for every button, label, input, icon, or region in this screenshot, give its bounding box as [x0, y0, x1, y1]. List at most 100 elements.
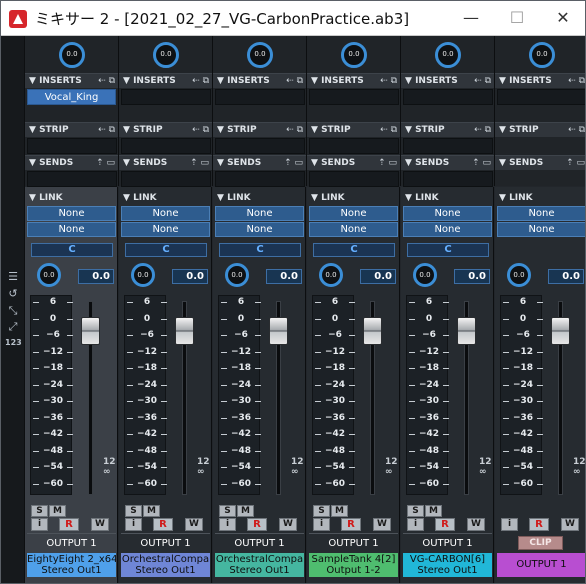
pan-knob[interactable]: 0.0: [225, 263, 249, 287]
link-select-1[interactable]: None: [309, 206, 398, 221]
inserts-slot[interactable]: [121, 89, 211, 105]
solo-button[interactable]: S: [125, 505, 142, 517]
expand-triangle-icon[interactable]: ▼: [123, 125, 133, 135]
fader-handle[interactable]: [363, 317, 382, 345]
pan-knob[interactable]: 0.0: [507, 263, 531, 287]
expand-icon[interactable]: ⤢: [5, 320, 21, 334]
expand-triangle-icon[interactable]: ▼: [405, 125, 415, 135]
inserts-options-icon[interactable]: ⇠ ⧉: [192, 74, 209, 88]
strip-options-icon[interactable]: ⇠ ⧉: [98, 123, 115, 137]
channel-config-button[interactable]: C: [125, 243, 207, 257]
read-button[interactable]: R: [529, 518, 549, 531]
top-knob[interactable]: 0.0: [247, 42, 273, 68]
sends-slot[interactable]: [309, 171, 399, 187]
expand-triangle-icon[interactable]: ▼: [499, 158, 509, 168]
pan-knob[interactable]: 0.0: [131, 263, 155, 287]
mute-button[interactable]: M: [331, 505, 348, 517]
link-select-2[interactable]: None: [403, 222, 492, 237]
sends-options-icon[interactable]: ⇡ ▭: [566, 156, 585, 170]
link-select-2[interactable]: None: [27, 222, 116, 237]
write-button[interactable]: W: [561, 518, 579, 531]
pan-knob[interactable]: 0.0: [37, 263, 61, 287]
fader-handle[interactable]: [81, 317, 100, 345]
channel-strip-4[interactable]: ▼ LINK None None C 0.0 0.0 6 0 −6 −12 −18 −24 −30 −36…: [307, 187, 400, 583]
channel-name-plate[interactable]: EightyEight 2_x64] Stereo Out1: [27, 553, 116, 577]
link-select-2[interactable]: None: [121, 222, 210, 237]
sends-header[interactable]: ▼ SENDS ⇡ ▭: [401, 155, 494, 170]
inserts-slot[interactable]: [215, 89, 305, 105]
info-button[interactable]: i: [313, 518, 330, 531]
write-button[interactable]: W: [91, 518, 109, 531]
strip-options-icon[interactable]: ⇠ ⧉: [568, 123, 585, 137]
pan-value-field[interactable]: 0.0: [172, 269, 208, 284]
sends-options-icon[interactable]: ⇡ ▭: [284, 156, 303, 170]
top-knob[interactable]: 0.0: [435, 42, 461, 68]
expand-triangle-icon[interactable]: ▼: [405, 158, 415, 168]
strip-options-icon[interactable]: ⇠ ⧉: [286, 123, 303, 137]
strip-header[interactable]: ▼ STRIP ⇠ ⧉: [495, 122, 585, 137]
channel-name-plate[interactable]: VG-CARBON[6] Stereo Out1: [403, 553, 492, 577]
insert-slot[interactable]: Vocal_King: [27, 89, 116, 105]
read-button[interactable]: R: [435, 518, 455, 531]
expand-triangle-icon[interactable]: ▼: [217, 125, 227, 135]
inserts-slot[interactable]: [497, 89, 585, 105]
read-button[interactable]: R: [153, 518, 173, 531]
link-header[interactable]: ▼ LINK: [119, 191, 211, 205]
inserts-options-icon[interactable]: ⇠ ⧉: [568, 74, 585, 88]
link-select-2[interactable]: None: [497, 222, 585, 237]
strip-header[interactable]: ▼ STRIP ⇠ ⧉: [213, 122, 306, 137]
pan-value-field[interactable]: 0.0: [454, 269, 490, 284]
inserts-options-icon[interactable]: ⇠ ⧉: [98, 74, 115, 88]
expand-triangle-icon[interactable]: ▼: [499, 193, 509, 203]
strip-header[interactable]: ▼ STRIP ⇠ ⧉: [119, 122, 212, 137]
solo-button[interactable]: S: [219, 505, 236, 517]
strip-options-icon[interactable]: ⇠ ⧉: [380, 123, 397, 137]
expand-triangle-icon[interactable]: ▼: [499, 76, 509, 86]
sends-slot[interactable]: [215, 171, 305, 187]
strip-header[interactable]: ▼ STRIP ⇠ ⧉: [25, 122, 118, 137]
expand-triangle-icon[interactable]: ▼: [405, 193, 415, 203]
info-button[interactable]: i: [125, 518, 142, 531]
inserts-header[interactable]: ▼ INSERTS ⇠ ⧉: [119, 73, 212, 88]
collapse-icon[interactable]: ⤡: [5, 304, 21, 318]
sends-options-icon[interactable]: ⇡ ▭: [190, 156, 209, 170]
link-header[interactable]: ▼ LINK: [401, 191, 493, 205]
maximize-button[interactable]: ☐: [494, 1, 540, 35]
close-button[interactable]: ✕: [540, 1, 585, 35]
output-select[interactable]: OUTPUT 1: [215, 537, 304, 551]
sends-header[interactable]: ▼ SENDS ⇡ ▭: [25, 155, 118, 170]
link-select-1[interactable]: None: [497, 206, 585, 221]
strip-slot[interactable]: [27, 138, 117, 154]
channel-strip-5[interactable]: ▼ LINK None None C 0.0 0.0 6 0 −6 −12 −18 −24 −30 −36…: [401, 187, 494, 583]
pan-value-field[interactable]: 0.0: [266, 269, 302, 284]
solo-button[interactable]: S: [31, 505, 48, 517]
info-button[interactable]: i: [407, 518, 424, 531]
link-header[interactable]: ▼ LINK: [213, 191, 305, 205]
info-button[interactable]: i: [501, 518, 518, 531]
channel-config-button[interactable]: C: [31, 243, 113, 257]
sends-options-icon[interactable]: ⇡ ▭: [96, 156, 115, 170]
link-select-2[interactable]: None: [215, 222, 304, 237]
top-knob[interactable]: 0.0: [59, 42, 85, 68]
expand-triangle-icon[interactable]: ▼: [217, 193, 227, 203]
pan-value-field[interactable]: 0.0: [548, 269, 584, 284]
sends-header[interactable]: ▼ SENDS ⇡ ▭: [495, 155, 585, 170]
expand-triangle-icon[interactable]: ▼: [311, 158, 321, 168]
info-button[interactable]: i: [31, 518, 48, 531]
inserts-header[interactable]: ▼ INSERTS ⇠ ⧉: [213, 73, 306, 88]
inserts-slot[interactable]: [309, 89, 399, 105]
mute-button[interactable]: M: [425, 505, 442, 517]
expand-triangle-icon[interactable]: ▼: [123, 76, 133, 86]
expand-triangle-icon[interactable]: ▼: [123, 158, 133, 168]
channel-name-plate[interactable]: OUTPUT 1: [497, 553, 585, 577]
link-header[interactable]: ▼ LINK: [495, 191, 585, 205]
expand-triangle-icon[interactable]: ▼: [499, 125, 509, 135]
read-button[interactable]: R: [59, 518, 79, 531]
link-header[interactable]: ▼ LINK: [25, 191, 117, 205]
output-select[interactable]: OUTPUT 1: [309, 537, 398, 551]
strip-slot[interactable]: [403, 138, 493, 154]
sends-header[interactable]: ▼ SENDS ⇡ ▭: [119, 155, 212, 170]
strip-slot[interactable]: [309, 138, 399, 154]
strip-slot[interactable]: [215, 138, 305, 154]
fader-handle[interactable]: [551, 317, 570, 345]
